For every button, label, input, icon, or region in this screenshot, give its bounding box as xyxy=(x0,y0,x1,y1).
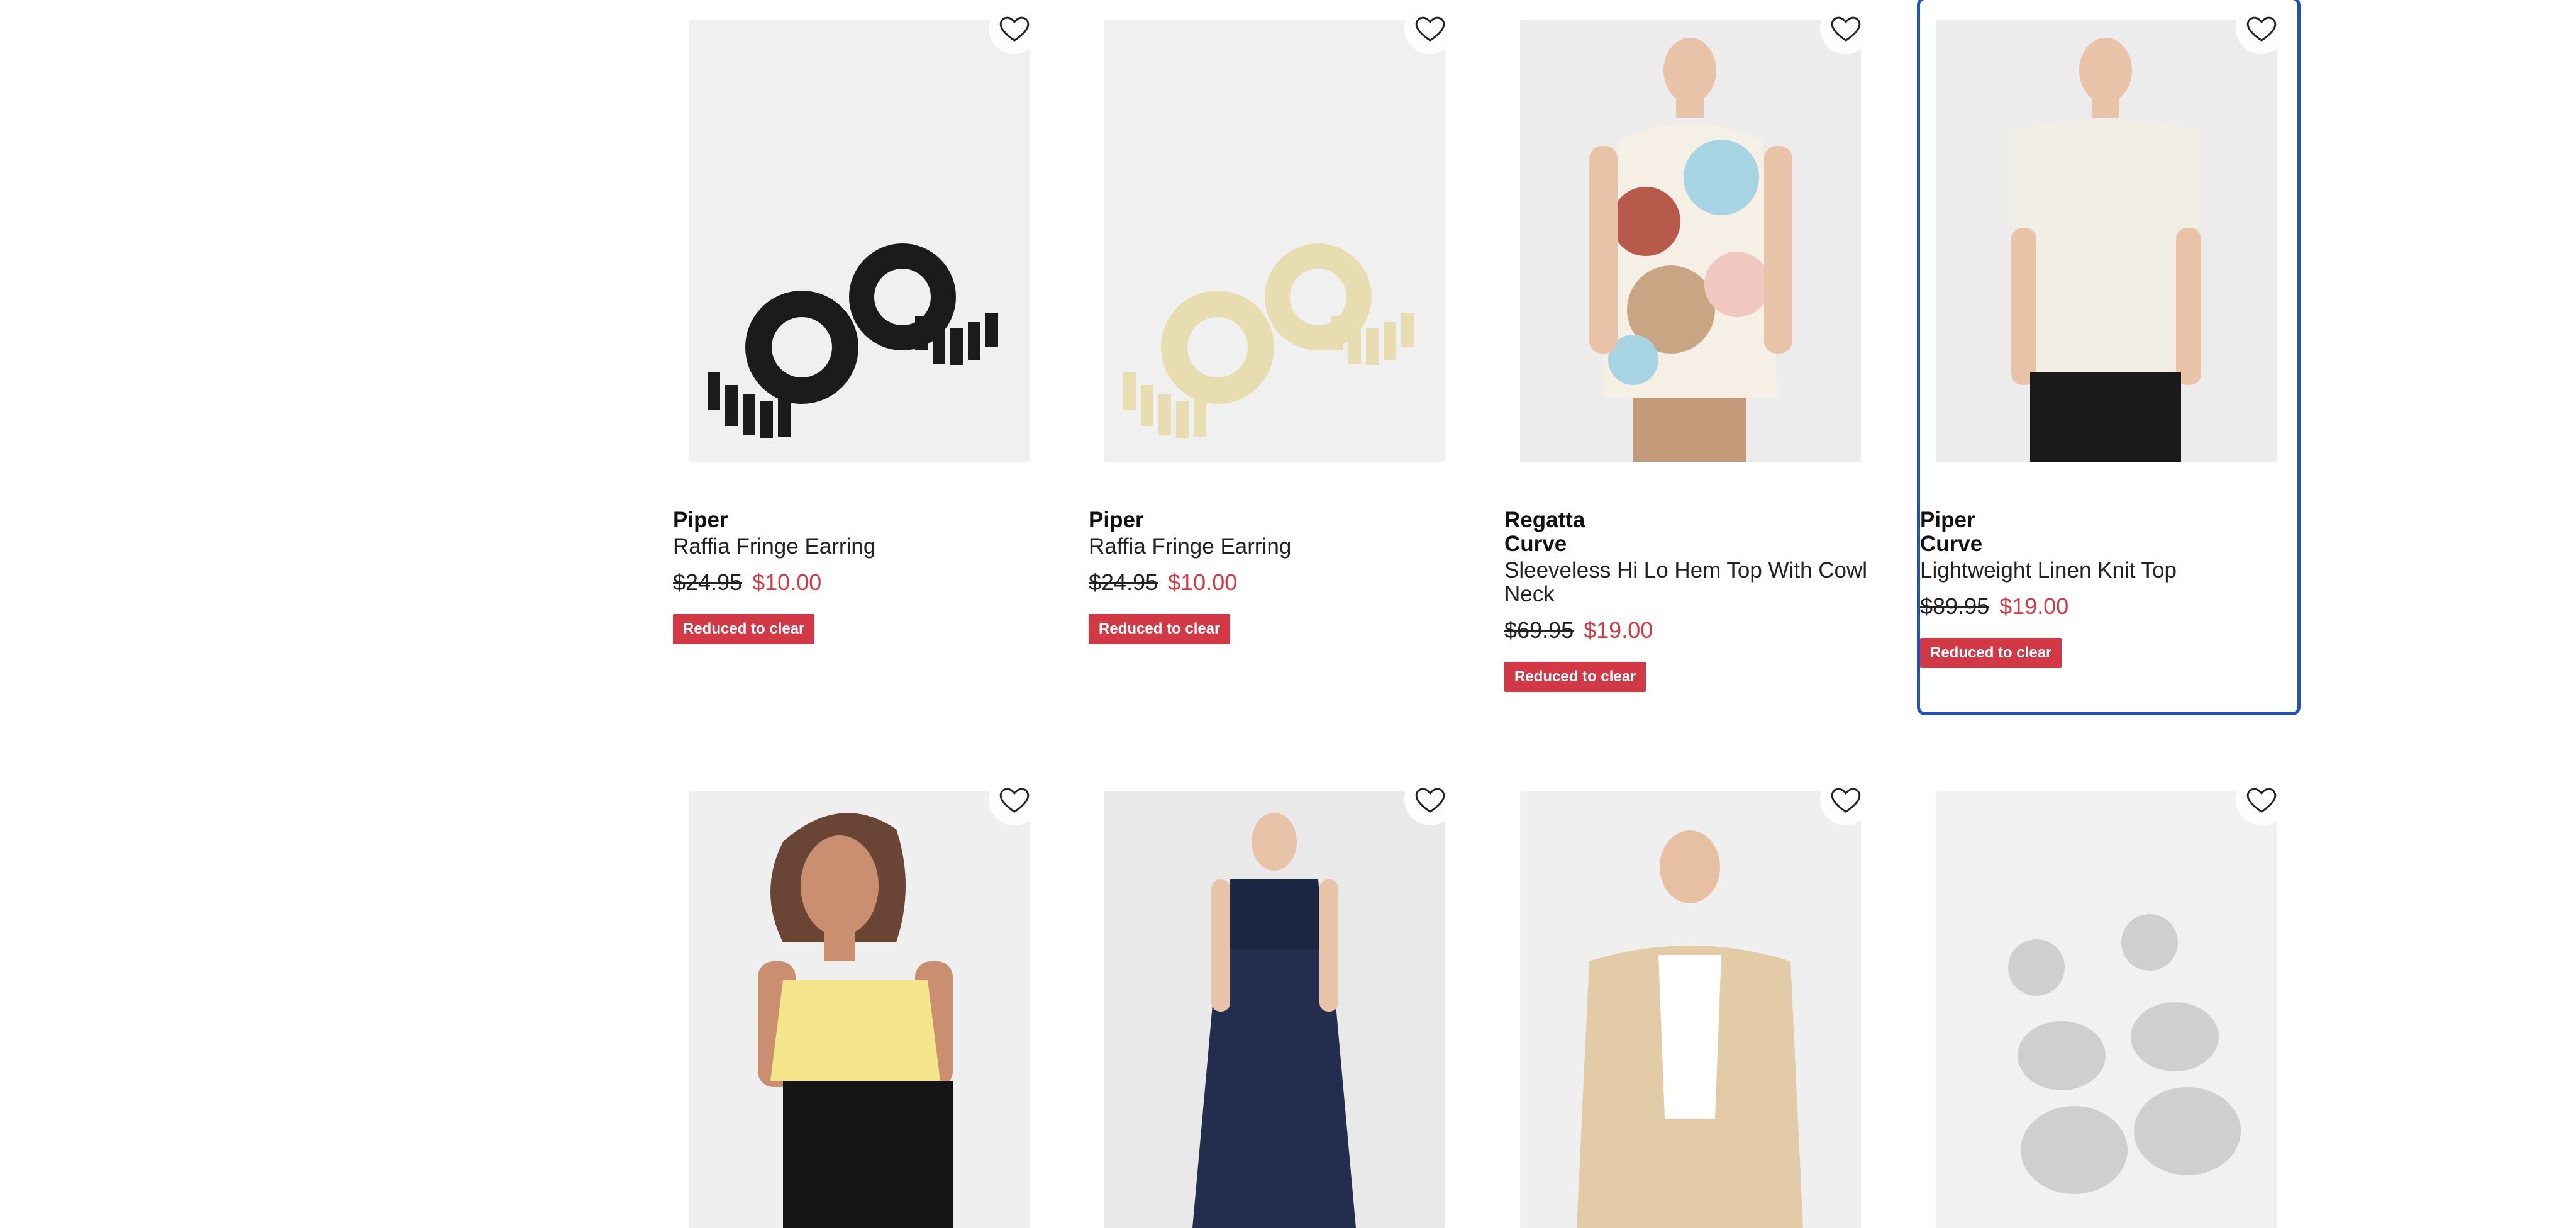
product-card[interactable] xyxy=(673,771,1050,1228)
heart-outline-icon xyxy=(1415,16,1445,42)
wishlist-button[interactable] xyxy=(1404,774,1456,825)
product-price: $89.95 $19.00 xyxy=(1920,594,2297,619)
product-brand[interactable]: Piper Curve xyxy=(1920,508,1996,556)
product-card[interactable] xyxy=(1920,771,2297,1228)
wishlist-button[interactable] xyxy=(2236,3,2287,54)
product-brand[interactable]: Regatta Curve xyxy=(1504,508,1592,556)
product-grid: Piper Raffia Fringe Earring $24.95 $10.0… xyxy=(673,0,2346,1228)
original-price: $24.95 xyxy=(1089,569,1158,595)
heart-outline-icon xyxy=(1831,16,1861,42)
product-card[interactable] xyxy=(1089,771,1466,1228)
original-price: $69.95 xyxy=(1504,617,1574,643)
heart-outline-icon xyxy=(2246,788,2277,813)
wishlist-button[interactable] xyxy=(1820,3,1872,54)
product-image[interactable] xyxy=(1520,20,1861,462)
product-image[interactable] xyxy=(689,20,1030,462)
product-price: $24.95 $10.00 xyxy=(1089,570,1466,595)
original-price: $89.95 xyxy=(1920,593,1990,619)
heart-outline-icon xyxy=(999,788,1030,813)
product-info: Piper Raffia Fringe Earring $24.95 $10.0… xyxy=(673,508,1050,644)
product-info: Piper Raffia Fringe Earring $24.95 $10.0… xyxy=(1089,508,1466,644)
product-name[interactable]: Lightweight Linen Knit Top xyxy=(1920,559,2297,583)
heart-outline-icon xyxy=(1831,788,1861,813)
product-image[interactable] xyxy=(1104,791,1445,1228)
sale-price: $19.00 xyxy=(1584,617,1653,643)
product-info: Piper Curve Lightweight Linen Knit Top $… xyxy=(1920,508,2297,668)
product-image[interactable] xyxy=(689,791,1030,1228)
sale-price: $10.00 xyxy=(752,569,822,595)
sale-badge: Reduced to clear xyxy=(1504,662,1646,692)
wishlist-button[interactable] xyxy=(2236,774,2287,825)
product-card[interactable]: Piper Raffia Fringe Earring $24.95 $10.0… xyxy=(1089,0,1466,712)
wishlist-button[interactable] xyxy=(989,3,1040,54)
product-image[interactable] xyxy=(1520,791,1861,1228)
product-card[interactable] xyxy=(1504,771,1882,1228)
wishlist-button[interactable] xyxy=(989,774,1040,825)
sale-badge: Reduced to clear xyxy=(1920,638,2062,668)
heart-outline-icon xyxy=(999,16,1030,42)
heart-outline-icon xyxy=(2246,16,2277,42)
wishlist-button[interactable] xyxy=(1820,774,1872,825)
product-info: Regatta Curve Sleeveless Hi Lo Hem Top W… xyxy=(1504,508,1882,692)
product-image[interactable] xyxy=(1936,20,2277,462)
product-price: $69.95 $19.00 xyxy=(1504,618,1882,643)
product-card[interactable]: Regatta Curve Sleeveless Hi Lo Hem Top W… xyxy=(1504,0,1882,712)
product-name[interactable]: Raffia Fringe Earring xyxy=(673,535,1050,559)
product-price: $24.95 $10.00 xyxy=(673,570,1050,595)
product-brand[interactable]: Piper xyxy=(1089,508,1466,532)
product-name[interactable]: Sleeveless Hi Lo Hem Top With Cowl Neck xyxy=(1504,559,1882,606)
product-image[interactable] xyxy=(1104,20,1445,462)
product-image[interactable] xyxy=(1936,791,2277,1228)
product-brand[interactable]: Piper xyxy=(673,508,1050,532)
wishlist-button[interactable] xyxy=(1404,3,1456,54)
product-name[interactable]: Raffia Fringe Earring xyxy=(1089,535,1466,559)
original-price: $24.95 xyxy=(673,569,743,595)
sale-price: $10.00 xyxy=(1168,569,1238,595)
sale-badge: Reduced to clear xyxy=(1089,614,1231,644)
sale-price: $19.00 xyxy=(1999,593,2069,619)
product-card[interactable]: Piper Raffia Fringe Earring $24.95 $10.0… xyxy=(673,0,1050,712)
heart-outline-icon xyxy=(1415,788,1445,813)
sale-badge: Reduced to clear xyxy=(673,614,815,644)
product-card[interactable]: Piper Curve Lightweight Linen Knit Top $… xyxy=(1917,0,2301,715)
